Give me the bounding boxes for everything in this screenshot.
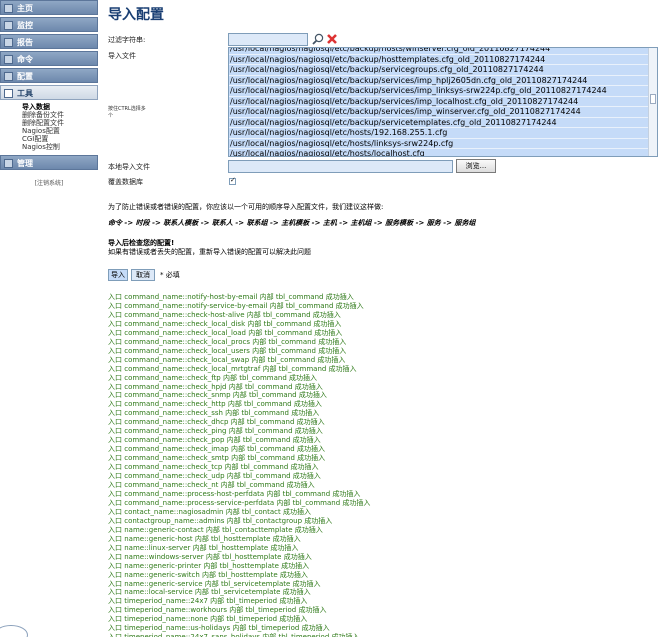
local-file-input[interactable] <box>228 160 453 173</box>
file-option[interactable]: /usr/local/nagios/nagiosql/etc/hosts/loc… <box>229 149 657 156</box>
sidebar-menu: 主页监控报告命令配置工具导入数据 删除备份文件 删除配置文件 Nagios配置 CGI配… <box>0 0 98 170</box>
file-items: /usr/local/nagios/nagiosql/etc/backup/ho… <box>229 48 657 156</box>
sidebar-group-3[interactable]: 命令 <box>0 51 98 66</box>
import-file-list[interactable]: /usr/local/nagios/nagiosql/etc/backup/ho… <box>228 47 658 157</box>
file-option[interactable]: /usr/local/nagios/nagiosql/etc/backup/ho… <box>229 55 657 65</box>
sidebar-group-5[interactable]: 工具 <box>0 85 98 100</box>
scroll-thumb[interactable] <box>650 94 656 104</box>
log-line: 入口 command_name::check_smtp 内部 tbl_comma… <box>108 454 326 463</box>
sidebar-item[interactable]: 删除备份文件 <box>22 111 98 119</box>
sidebar-item[interactable]: 导入数据 <box>22 103 98 111</box>
cancel-button[interactable]: 取消 <box>131 269 155 281</box>
sidebar-item[interactable]: 删除配置文件 <box>22 119 98 127</box>
logout-link[interactable]: [注销系统] <box>0 178 98 187</box>
log-line: 入口 command_name::check_local_procs 内部 tb… <box>108 337 347 346</box>
sidebar-group-0[interactable]: 主页 <box>0 0 98 15</box>
log-line: 入口 timeperiod_name::us-holidays 内部 tbl_t… <box>108 624 330 633</box>
sidebar-group-6[interactable]: 管理 <box>0 155 98 170</box>
file-option[interactable]: /usr/local/nagios/nagiosql/etc/backup/se… <box>229 86 657 97</box>
log-line: 入口 name::generic-printer 内部 tbl_hosttemp… <box>108 561 310 570</box>
log-line: 入口 command_name::check_ftp 内部 tbl_comman… <box>108 373 318 382</box>
log-line: 入口 timeperiod_name::24x7_sans_holidays 内… <box>108 633 628 637</box>
log-line: 入口 command_name::check_udp 内部 tbl_comman… <box>108 472 321 481</box>
log-line: 入口 command_name::check-host-alive 内部 tbl… <box>108 310 341 319</box>
log-line: 入口 contactgroup_name::admins 内部 tbl_cont… <box>108 516 333 525</box>
log-line: 入口 timeperiod_name::workhours 内部 tbl_tim… <box>108 606 327 615</box>
log-line: 入口 command_name::check_tcp 内部 tbl_comman… <box>108 463 319 472</box>
import-order: 命令 -> 时段 -> 联系人模板 -> 联系人 -> 联系组 -> 主机模板 … <box>108 219 476 227</box>
file-option[interactable]: /usr/local/nagios/nagiosql/etc/hosts/192… <box>229 128 657 139</box>
log-line: 入口 command_name::process-service-perfdat… <box>108 498 371 507</box>
log-line: 入口 command_name::check_ssh 内部 tbl_comman… <box>108 409 320 418</box>
sidebar-item[interactable]: Nagios配置 <box>22 127 98 135</box>
log-line: 入口 command_name::check_local_swap 内部 tbl… <box>108 355 346 364</box>
file-option[interactable]: /usr/local/nagios/nagiosql/etc/backup/se… <box>229 97 657 107</box>
search-icon[interactable] <box>312 33 324 45</box>
log-line: 入口 command_name::check_ping 内部 tbl_comma… <box>108 427 323 436</box>
file-list-scrollbar[interactable] <box>648 48 657 156</box>
file-hint: 按住CTRL选择多个 <box>108 106 146 119</box>
log-line: 入口 contact_name::nagiosadmin 内部 tbl_cont… <box>108 507 311 516</box>
overwrite-checkbox[interactable] <box>229 176 236 185</box>
file-label: 导入文件 <box>108 52 136 60</box>
overwrite-label: 覆盖数据库 <box>108 178 143 186</box>
sidebar-group-1[interactable]: 监控 <box>0 17 98 32</box>
log-line: 入口 command_name::notify-service-by-email… <box>108 301 364 310</box>
file-option[interactable]: /usr/local/nagios/nagiosql/etc/backup/se… <box>229 76 657 86</box>
log-line: 入口 command_name::process-host-perfdata 内… <box>108 489 361 498</box>
import-button[interactable]: 导入 <box>108 269 128 281</box>
log-line: 入口 command_name::check_local_users 内部 tb… <box>108 346 347 355</box>
log-line: 入口 command_name::check_nt 内部 tbl_command… <box>108 481 315 490</box>
log-line: 入口 name::windows-server 内部 tbl_hosttempl… <box>108 552 312 561</box>
file-option[interactable]: /usr/local/nagios/nagiosql/etc/hosts/lin… <box>229 139 657 149</box>
log-line: 入口 command_name::notify-host-by-email 内部… <box>108 293 354 301</box>
required-note: * 必填 <box>160 271 180 279</box>
log-line: 入口 command_name::check_local_disk 内部 tbl… <box>108 319 342 328</box>
file-option[interactable]: /usr/local/nagios/nagiosql/etc/backup/se… <box>229 118 657 128</box>
sidebar-item[interactable]: Nagios控制 <box>22 143 98 151</box>
corner-badge <box>0 625 28 637</box>
filter-input[interactable] <box>228 33 308 46</box>
page-title: 导入配置 <box>108 7 164 23</box>
import-log: 入口 command_name::notify-host-by-email 内部… <box>108 293 628 637</box>
log-line: 入口 command_name::check_pop 内部 tbl_comman… <box>108 436 321 445</box>
sidebar: 主页监控报告命令配置工具导入数据 删除备份文件 删除配置文件 Nagios配置 CGI配… <box>0 0 98 637</box>
close-icon[interactable] <box>326 33 338 45</box>
sidebar-group-4[interactable]: 配置 <box>0 68 98 83</box>
log-line: 入口 timeperiod_name::none 内部 tbl_timeperi… <box>108 615 308 624</box>
log-line: 入口 command_name::check_dhcp 内部 tbl_comma… <box>108 418 325 427</box>
log-line: 入口 name::linux-server 内部 tbl_hosttemplat… <box>108 543 299 552</box>
log-line: 入口 command_name::check_imap 内部 tbl_comma… <box>108 445 325 454</box>
log-line: 入口 command_name::check_local_load 内部 tbl… <box>108 328 343 337</box>
log-line: 入口 name::generic-host 内部 tbl_hosttemplat… <box>108 534 301 543</box>
main-content: 导入配置 过滤字符串: 导入文件 按住CTRL选择多个 /usr/local/n… <box>108 0 662 637</box>
log-line: 入口 name::generic-switch 内部 tbl_hosttempl… <box>108 570 308 579</box>
filter-label: 过滤字符串: <box>108 36 146 44</box>
sidebar-group-2[interactable]: 报告 <box>0 34 98 49</box>
browse-button[interactable]: 浏览... <box>456 159 496 173</box>
file-option[interactable]: /usr/local/nagios/nagiosql/etc/backup/se… <box>229 65 657 76</box>
file-option[interactable]: /usr/local/nagios/nagiosql/etc/backup/ho… <box>229 48 657 55</box>
log-line: 入口 command_name::check_local_mrtgtraf 内部… <box>108 364 357 373</box>
sidebar-submenu: 导入数据 删除备份文件 删除配置文件 Nagios配置 CGI配置 Nagios控制 <box>0 102 98 155</box>
sidebar-item[interactable]: CGI配置 <box>22 135 98 143</box>
check-description: 如果有错误或者丢失的配置，重新导入错误的配置可以解决此问题 <box>108 248 311 256</box>
local-file-label: 本地导入文件 <box>108 163 150 171</box>
import-advice: 为了防止错误或者错误的配置，你应该以一个可用的顺序导入配置文件，我们建议这样做: <box>108 203 384 211</box>
file-option[interactable]: /usr/local/nagios/nagiosql/etc/backup/se… <box>229 107 657 118</box>
log-line: 入口 name::generic-contact 内部 tbl_contactt… <box>108 525 323 534</box>
